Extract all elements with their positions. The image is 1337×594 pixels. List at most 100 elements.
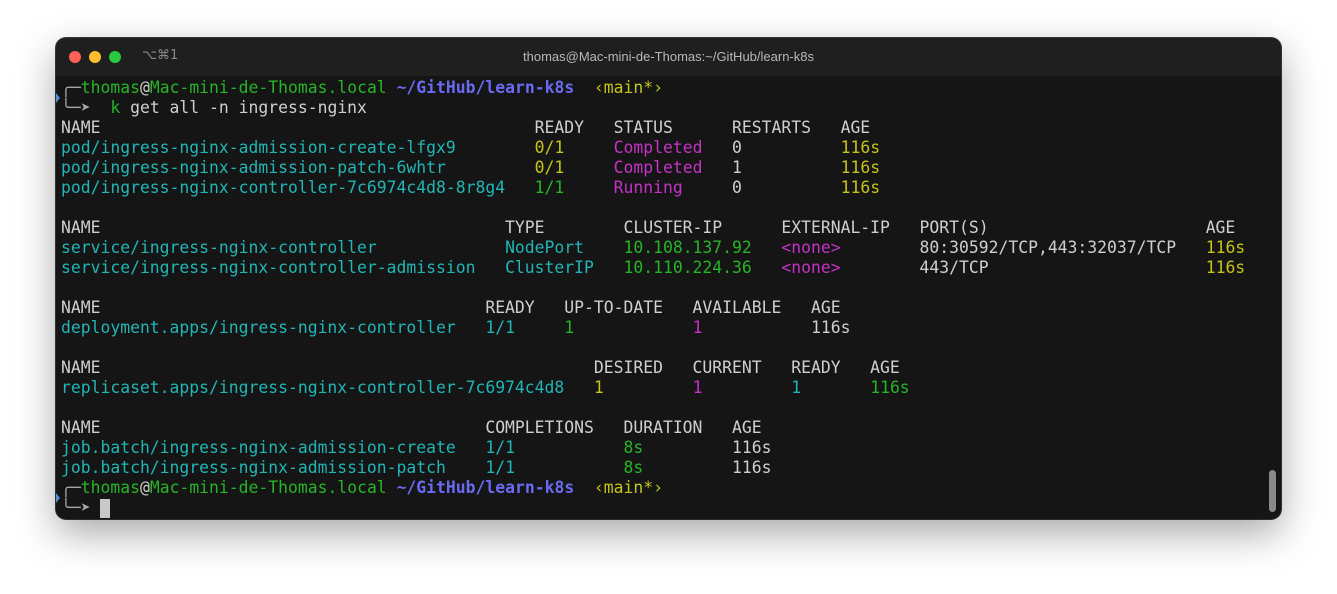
terminal-text: get all -n ingress-nginx <box>120 98 367 117</box>
terminal-line: NAME COMPLETIONS DURATION AGE <box>61 418 1245 438</box>
terminal-line: replicaset.apps/ingress-nginx-controller… <box>61 378 1245 398</box>
terminal-text: ‹main*› <box>593 478 664 497</box>
title-bar: ⌥⌘1 thomas@Mac-mini-de-Thomas:~/GitHub/l… <box>56 38 1281 76</box>
terminal-text: 116s <box>840 158 881 177</box>
terminal-text: pod/ingress-nginx-admission-create-lfgx9 <box>61 138 535 157</box>
terminal-text: 1/1 <box>485 318 565 337</box>
terminal-text: ╰─➤ <box>61 98 111 117</box>
terminal-line: ╭─thomas@Mac-mini-de-Thomas.local ~/GitH… <box>61 78 1245 98</box>
terminal-text: 1 <box>564 318 693 337</box>
terminal-text: deployment.apps/ingress-nginx-controller <box>61 318 486 337</box>
text-cursor <box>100 499 111 518</box>
terminal-line: deployment.apps/ingress-nginx-controller… <box>61 318 1245 338</box>
terminal-line: service/ingress-nginx-controller NodePor… <box>61 238 1245 258</box>
terminal-text: thomas <box>80 478 140 497</box>
terminal-text: 0/1 <box>534 138 614 157</box>
terminal-line: NAME READY STATUS RESTARTS AGE <box>61 118 1245 138</box>
terminal-line: NAME READY UP-TO-DATE AVAILABLE AGE <box>61 298 1245 318</box>
terminal-line: pod/ingress-nginx-controller-7c6974c4d8-… <box>61 178 1245 198</box>
terminal-text: NodePort <box>505 238 624 257</box>
terminal-text: k <box>110 98 121 117</box>
terminal-window: ⌥⌘1 thomas@Mac-mini-de-Thomas:~/GitHub/l… <box>56 38 1281 519</box>
terminal-line: service/ingress-nginx-controller-admissi… <box>61 258 1245 278</box>
terminal-text: 1 <box>692 378 792 397</box>
terminal-text: NAME DESIRED CURRENT READY AGE <box>61 358 900 377</box>
terminal-text: 1 <box>732 158 841 177</box>
terminal-text: 1/1 <box>534 178 614 197</box>
terminal-text: 116s <box>732 458 772 477</box>
terminal-line: job.batch/ingress-nginx-admission-patch … <box>61 458 1245 478</box>
window-title: thomas@Mac-mini-de-Thomas:~/GitHub/learn… <box>523 49 814 64</box>
terminal-text: ╭─ <box>61 78 81 97</box>
terminal-text: NAME READY STATUS RESTARTS AGE <box>61 118 871 137</box>
terminal-text: Running <box>613 178 733 197</box>
terminal-text: 8s <box>623 438 733 457</box>
terminal-text: 10.110.224.36 <box>623 258 782 277</box>
terminal-line: job.batch/ingress-nginx-admission-create… <box>61 438 1245 458</box>
terminal-line: ╰─➤ <box>56 493 1245 518</box>
terminal-text: pod/ingress-nginx-controller-7c6974c4d8-… <box>61 178 535 197</box>
terminal-text: 0 <box>732 178 841 197</box>
terminal-text: 0/1 <box>534 158 614 177</box>
terminal-text: Mac-mini-de-Thomas.local <box>149 478 387 497</box>
terminal-text: Completed <box>613 158 733 177</box>
terminal-text: job.batch/ingress-nginx-admission-create <box>61 438 486 457</box>
terminal-text: 1 <box>692 318 811 337</box>
prompt-mark-icon <box>56 93 60 103</box>
terminal-text: 116s <box>840 138 881 157</box>
terminal-text: 10.108.137.92 <box>623 238 782 257</box>
terminal-text: 443/TCP <box>919 258 1206 277</box>
terminal-text: <none> <box>781 238 920 257</box>
terminal-text: @ <box>139 78 150 97</box>
terminal-line: pod/ingress-nginx-admission-create-lfgx9… <box>61 138 1245 158</box>
terminal-text: 116s <box>732 438 772 457</box>
terminal-text: ClusterIP <box>505 258 624 277</box>
terminal-text: 116s <box>811 318 851 337</box>
terminal-line: ╭─thomas@Mac-mini-de-Thomas.local ~/GitH… <box>61 478 1245 498</box>
terminal-text: 1/1 <box>485 458 624 477</box>
terminal-text: replicaset.apps/ingress-nginx-controller… <box>61 378 594 397</box>
terminal-line: NAME TYPE CLUSTER-IP EXTERNAL-IP PORT(S)… <box>61 218 1245 238</box>
scrollbar[interactable] <box>1269 470 1276 512</box>
terminal-text: @ <box>139 478 150 497</box>
terminal-text: job.batch/ingress-nginx-admission-patch <box>61 458 486 477</box>
terminal-text: NAME COMPLETIONS DURATION AGE <box>61 418 762 437</box>
terminal-text: 80:30592/TCP,443:32037/TCP <box>919 238 1206 257</box>
terminal-output[interactable]: ╭─thomas@Mac-mini-de-Thomas.local ~/GitH… <box>56 78 1245 518</box>
terminal-text: 1/1 <box>485 438 624 457</box>
terminal-text: 116s <box>840 178 881 197</box>
terminal-text: NAME READY UP-TO-DATE AVAILABLE AGE <box>61 298 841 317</box>
terminal-line: pod/ingress-nginx-admission-patch-6whtr … <box>61 158 1245 178</box>
terminal-line: ╰─➤ k get all -n ingress-nginx <box>56 93 1245 118</box>
terminal-text: 8s <box>623 458 733 477</box>
terminal-text: 0 <box>732 138 841 157</box>
terminal-text: ╰─➤ <box>61 498 101 517</box>
prompt-mark-icon <box>56 493 60 503</box>
terminal-text: ‹main*› <box>593 78 664 97</box>
terminal-text: 1 <box>593 378 693 397</box>
terminal-text: Completed <box>613 138 733 157</box>
terminal-text: ~/GitHub/learn-k8s <box>396 78 575 97</box>
terminal-text: service/ingress-nginx-controller <box>61 238 506 257</box>
terminal-text: 1 <box>791 378 871 397</box>
terminal-text: pod/ingress-nginx-admission-patch-6whtr <box>61 158 535 177</box>
terminal-text: Mac-mini-de-Thomas.local <box>149 78 387 97</box>
terminal-text: NAME TYPE CLUSTER-IP EXTERNAL-IP PORT(S)… <box>61 218 1236 237</box>
terminal-text: ~/GitHub/learn-k8s <box>396 478 575 497</box>
terminal-text: thomas <box>80 78 140 97</box>
terminal-line: NAME DESIRED CURRENT READY AGE <box>61 358 1245 378</box>
terminal-text: 116s <box>1205 258 1246 277</box>
terminal-text: service/ingress-nginx-controller-admissi… <box>61 258 506 277</box>
terminal-text: ╭─ <box>61 478 81 497</box>
terminal-text: 116s <box>1205 238 1246 257</box>
terminal-text: 116s <box>870 378 910 397</box>
terminal-text: <none> <box>781 258 920 277</box>
